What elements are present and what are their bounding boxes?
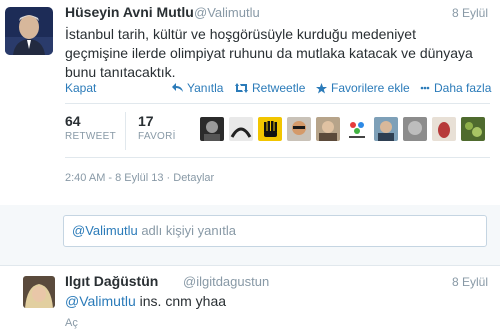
reply-timestamp[interactable]: 8 Eylül — [452, 275, 488, 289]
detail-separator: · — [166, 172, 171, 184]
divider — [65, 157, 490, 158]
expanded-tweet: Hüseyin Avni Mutlu @Valimutlu 8 Eylül İs… — [0, 0, 500, 205]
more-action[interactable]: Daha fazla — [420, 81, 491, 95]
reply-label: Yanıtla — [187, 81, 224, 95]
tweet-timestamp[interactable]: 8 Eylül — [452, 6, 488, 20]
tweet-text: İstanbul tarih, kültür ve hoşgörüsüyle k… — [65, 26, 473, 80]
tsrsev-logo-avatar[interactable] — [345, 117, 369, 141]
favorite-count[interactable]: 17 FAVORİ — [138, 113, 176, 142]
user-avatar[interactable] — [287, 117, 311, 141]
reply-author-handle[interactable]: @ilgitdagustun — [183, 274, 269, 289]
more-label: Daha fazla — [434, 81, 492, 95]
egg-avatar[interactable] — [432, 117, 456, 141]
retweet-action[interactable]: Retweetle — [235, 81, 305, 95]
expand-link[interactable]: Aç — [65, 317, 78, 329]
reply-composer-area: @Valimutlu adlı kişiyi yanıtla — [0, 205, 500, 265]
user-avatar[interactable] — [374, 117, 398, 141]
star-icon — [316, 82, 327, 93]
author-avatar[interactable] — [5, 7, 53, 55]
reply-body: ins. cnm yhaa — [139, 293, 227, 309]
user-avatar[interactable] — [200, 117, 224, 141]
reply-tweet[interactable]: Ilgıt Dağüstün @ilgitdagustun 8 Eylül @V… — [0, 266, 500, 335]
favorite-label: Favorilere ekle — [331, 81, 410, 95]
user-avatar[interactable] — [316, 117, 340, 141]
retweet-count[interactable]: 64 RETWEET — [65, 113, 116, 142]
reply-mention-link[interactable]: @Valimutlu — [65, 293, 136, 309]
retweet-label: Retweetle — [252, 81, 306, 95]
favorite-count-value: 17 — [138, 113, 154, 129]
author-handle[interactable]: @Valimutlu — [194, 5, 260, 20]
more-dots-icon — [420, 86, 430, 90]
user-avatar[interactable] — [229, 117, 253, 141]
reply-input-placeholder: adlı kişiyi yanıtla — [141, 223, 236, 238]
user-avatar[interactable] — [461, 117, 485, 141]
stat-divider — [125, 112, 126, 150]
reply-author-avatar[interactable] — [23, 276, 55, 308]
reply-input-mention: @Valimutlu — [72, 223, 138, 238]
reply-icon — [172, 83, 183, 92]
close-tweet-link[interactable]: Kapat — [65, 81, 96, 95]
reply-author-name[interactable]: Ilgıt Dağüstün — [65, 273, 158, 289]
author-name[interactable]: Hüseyin Avni Mutlu — [65, 4, 194, 20]
details-link[interactable]: Detaylar — [173, 172, 214, 184]
retweet-count-value: 64 — [65, 113, 81, 129]
detail-time-text: 2:40 AM - 8 Eylül 13 — [65, 172, 164, 184]
reply-action[interactable]: Yanıtla — [172, 81, 223, 95]
reply-input[interactable]: @Valimutlu adlı kişiyi yanıtla — [63, 215, 487, 247]
tweet-detail-timestamp: 2:40 AM - 8 Eylül 13 · Detaylar — [65, 172, 214, 184]
retweet-icon — [235, 83, 248, 93]
reply-text: @Valimutlu ins. cnm yhaa — [65, 293, 226, 309]
favorite-count-label: FAVORİ — [138, 131, 176, 142]
favorite-action[interactable]: Favorilere ekle — [316, 81, 410, 95]
divider — [65, 103, 490, 104]
user-avatar[interactable] — [403, 117, 427, 141]
favoriter-avatars — [200, 117, 490, 141]
rabia-sign-avatar[interactable] — [258, 117, 282, 141]
retweet-count-label: RETWEET — [65, 131, 116, 142]
